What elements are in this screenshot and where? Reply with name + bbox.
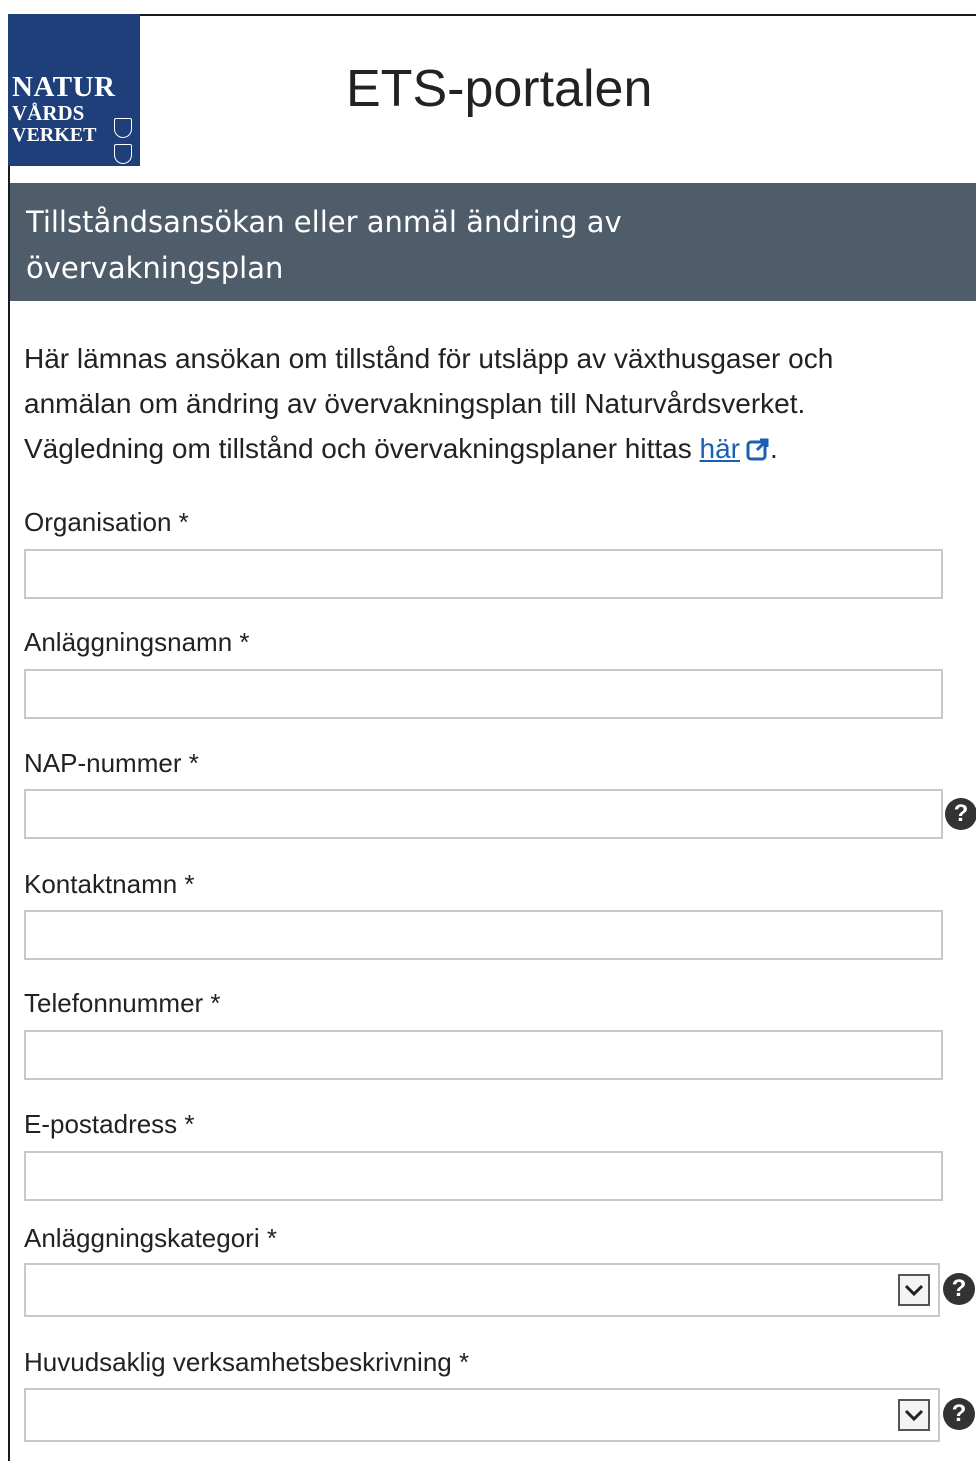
logo-line-1: NATUR bbox=[12, 71, 116, 103]
nap-nummer-label: NAP-nummer * bbox=[24, 748, 199, 778]
guidance-link-text[interactable]: här bbox=[700, 433, 740, 464]
verksamhetsbeskrivning-select[interactable] bbox=[24, 1388, 940, 1442]
banner-title-line-1: Tillståndsansökan eller anmäl ändring av bbox=[26, 205, 622, 239]
chevron-down-icon[interactable] bbox=[898, 1274, 930, 1306]
verksamhetsbeskrivning-label: Huvudsaklig verksamhetsbeskrivning * bbox=[24, 1347, 470, 1377]
app-title: ETS-portalen bbox=[346, 60, 653, 118]
crown-icon bbox=[114, 118, 132, 138]
organisation-label: Organisation * bbox=[24, 507, 189, 537]
intro-line-1: Här lämnas ansökan om tillstånd för utsl… bbox=[24, 343, 834, 374]
banner-title-line-2: övervakningsplan bbox=[26, 251, 284, 285]
chevron-down-icon[interactable] bbox=[898, 1399, 930, 1431]
crest-icon bbox=[114, 144, 132, 164]
intro-line-2: anmälan om ändring av övervakningsplan t… bbox=[24, 388, 806, 419]
guidance-link[interactable]: här bbox=[700, 433, 740, 464]
intro-period: . bbox=[769, 433, 778, 464]
verksamhetsbeskrivning-help-icon[interactable]: ? bbox=[943, 1398, 975, 1430]
anlaggningsnamn-label: Anläggningsnamn * bbox=[24, 627, 250, 657]
intro-text: Här lämnas ansökan om tillstånd för utsl… bbox=[24, 336, 974, 471]
nap-nummer-help-icon[interactable]: ? bbox=[945, 798, 976, 830]
naturvardsverket-logo[interactable]: NATUR VÅRDS VERKET bbox=[8, 14, 140, 166]
telefonnummer-label: Telefonnummer * bbox=[24, 988, 221, 1018]
intro-line-3: Vägledning om tillstånd och övervaknings… bbox=[24, 426, 974, 471]
anlaggningskategori-label: Anläggningskategori * bbox=[24, 1223, 277, 1253]
intro-line-3-text: Vägledning om tillstånd och övervaknings… bbox=[24, 433, 700, 464]
anlaggningskategori-help-icon[interactable]: ? bbox=[943, 1273, 975, 1305]
kontaktnamn-label: Kontaktnamn * bbox=[24, 869, 195, 899]
telefonnummer-input[interactable] bbox=[24, 1030, 943, 1080]
nap-nummer-input[interactable] bbox=[24, 789, 943, 839]
anlaggningsnamn-input[interactable] bbox=[24, 669, 943, 719]
anlaggningskategori-select[interactable] bbox=[24, 1263, 940, 1317]
kontaktnamn-input[interactable] bbox=[24, 910, 943, 960]
e-postadress-label: E-postadress * bbox=[24, 1109, 195, 1139]
external-link-icon[interactable] bbox=[746, 437, 770, 461]
section-banner: Tillståndsansökan eller anmäl ändring av… bbox=[10, 183, 976, 301]
e-postadress-input[interactable] bbox=[24, 1151, 943, 1201]
organisation-input[interactable] bbox=[24, 549, 943, 599]
